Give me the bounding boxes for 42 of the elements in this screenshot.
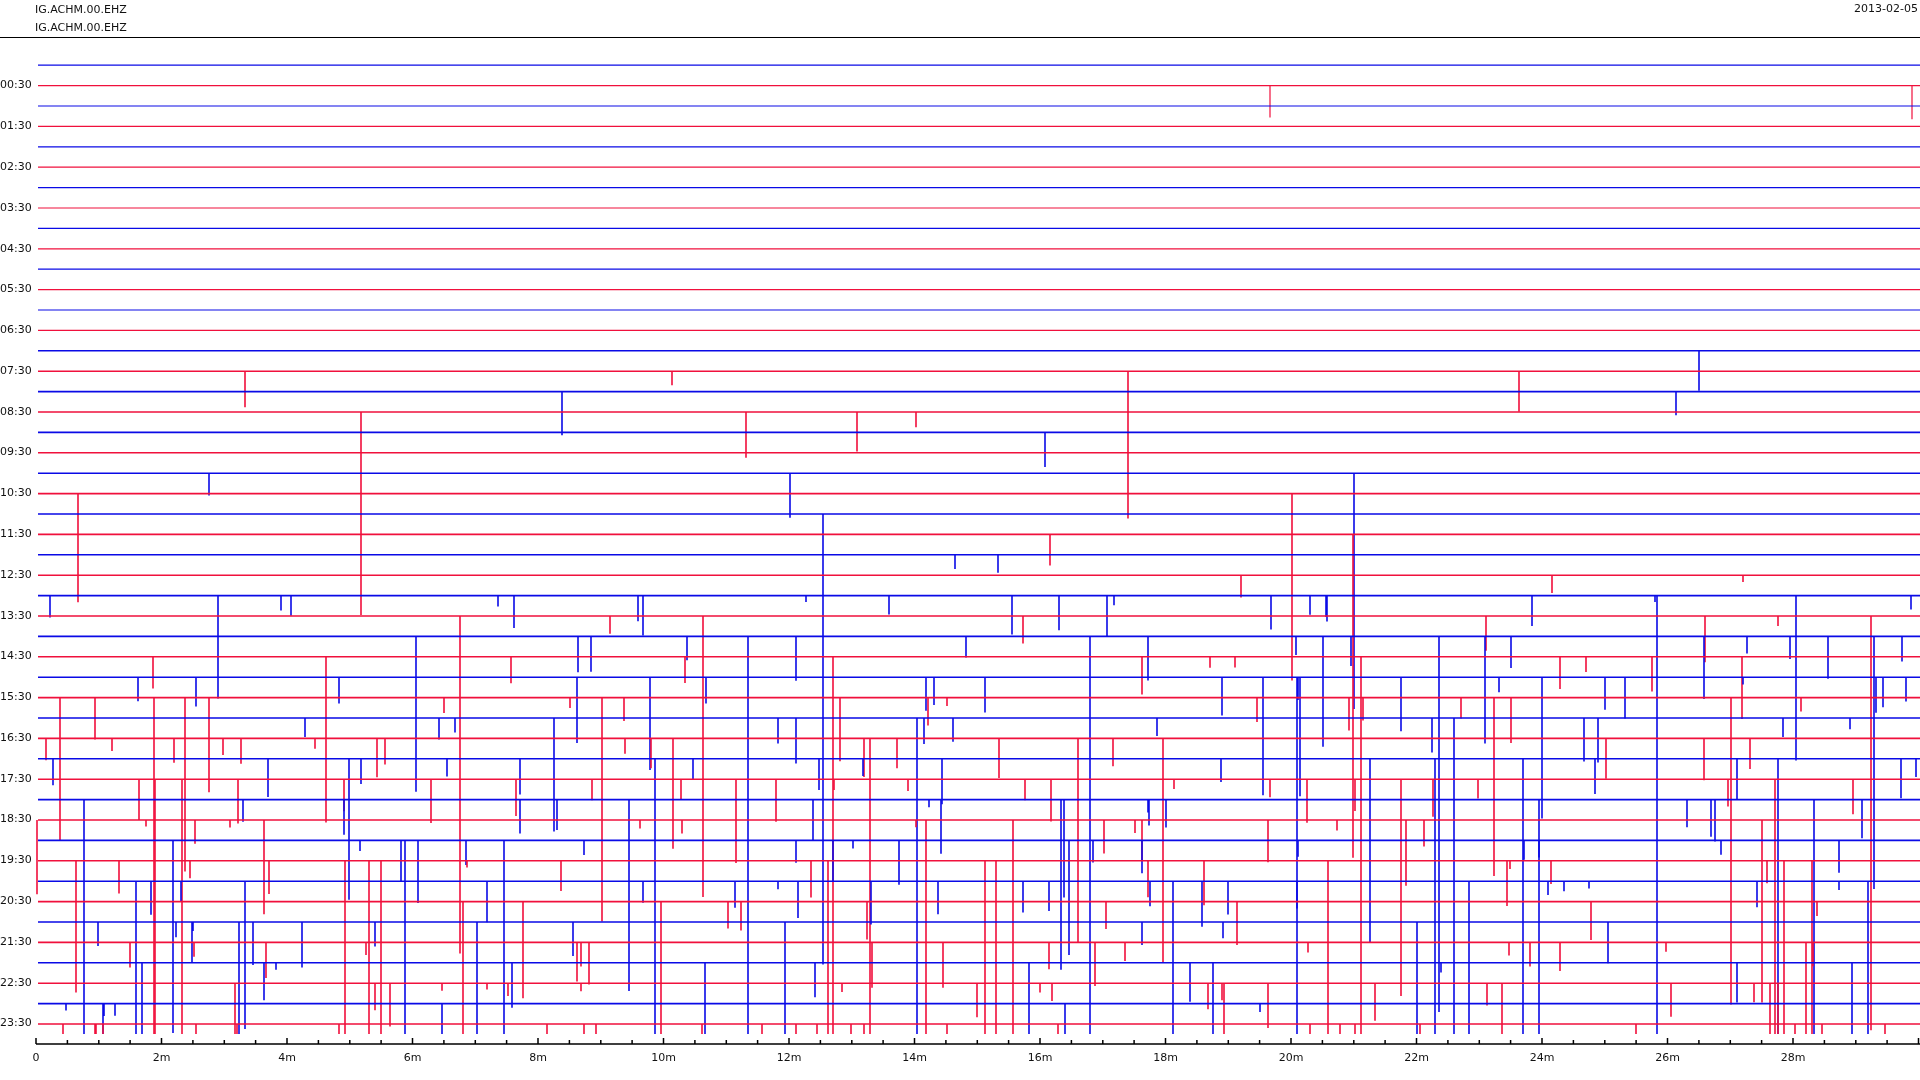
time-label: 01:30 bbox=[0, 119, 32, 133]
tick-label: 4m bbox=[278, 1051, 296, 1065]
time-label: 04:30 bbox=[0, 241, 32, 255]
station-label: IG.ACHM.00.EHZ bbox=[35, 21, 127, 34]
time-label: 20:30 bbox=[0, 894, 32, 907]
time-label: 09:30 bbox=[0, 445, 32, 459]
station-label: IG.ACHM.00.EHZ bbox=[35, 3, 127, 16]
time-label: 16:30 bbox=[0, 730, 32, 744]
time-label: 06:30 bbox=[0, 323, 32, 337]
tick-label: 12m bbox=[776, 1051, 802, 1065]
tick-label: 22m bbox=[1404, 1051, 1429, 1065]
time-label: 11:30 bbox=[0, 527, 32, 540]
tick-label: 20m bbox=[1278, 1051, 1304, 1065]
tick-label: 16m bbox=[1027, 1051, 1053, 1065]
time-label: 10:30 bbox=[0, 486, 32, 500]
time-label: 18:30 bbox=[0, 812, 32, 826]
time-label: 14:30 bbox=[0, 649, 32, 663]
tick-label: 26m bbox=[1655, 1051, 1680, 1065]
time-label: 12:30 bbox=[0, 567, 32, 581]
time-label: 15:30 bbox=[0, 690, 32, 704]
tick-label: 8m bbox=[529, 1051, 547, 1065]
tick-label: 24m bbox=[1529, 1051, 1555, 1065]
time-label: 22:30 bbox=[0, 975, 32, 989]
tick-label: 0 bbox=[32, 1051, 40, 1065]
time-label: 00:30 bbox=[0, 78, 32, 92]
time-label: 07:30 bbox=[0, 363, 32, 377]
time-label: 03:30 bbox=[0, 200, 32, 214]
time-label: 23:30 bbox=[0, 1016, 32, 1030]
date-label: 2013-02-05 bbox=[1854, 1, 1918, 17]
tick-label: 2m bbox=[152, 1051, 171, 1065]
time-label: 17:30 bbox=[0, 771, 32, 785]
tick-label: 14m bbox=[902, 1051, 927, 1065]
tick-label: 18m bbox=[1153, 1051, 1178, 1065]
time-label: 05:30 bbox=[0, 282, 32, 296]
tick-label: 28m bbox=[1780, 1051, 1806, 1065]
time-label: 21:30 bbox=[0, 934, 32, 948]
tick-label: 10m bbox=[651, 1051, 676, 1065]
time-label: 19:30 bbox=[0, 853, 32, 867]
time-label: 08:30 bbox=[0, 404, 32, 418]
time-label: 13:30 bbox=[0, 608, 32, 622]
time-label: 02:30 bbox=[0, 159, 32, 173]
tick-label: 6m bbox=[403, 1051, 422, 1065]
